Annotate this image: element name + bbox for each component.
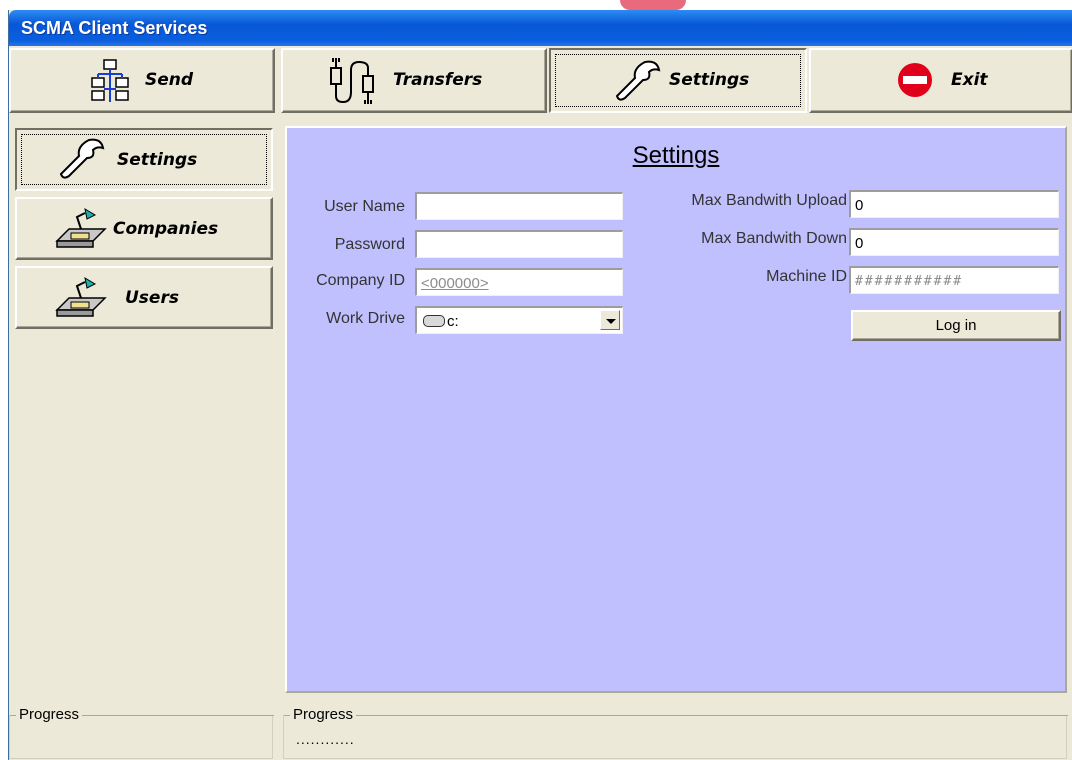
max-upload-field[interactable]: 0 [849, 190, 1059, 218]
transfers-label: Transfers [393, 70, 483, 90]
password-label: Password [334, 236, 405, 253]
send-label: Send [145, 70, 194, 90]
sidebar-item-label: Users [125, 288, 179, 308]
transfers-button[interactable]: Transfers [281, 48, 547, 113]
machine-id-label: Machine ID [766, 268, 847, 285]
work-drive-label: Work Drive [326, 310, 405, 327]
drive-icon [423, 315, 445, 327]
max-down-field[interactable]: 0 [849, 228, 1059, 256]
plug-transfer-icon [330, 58, 374, 104]
user-name-label: User Name [324, 198, 405, 215]
wrench-icon [615, 60, 661, 101]
company-id-value: <000000> [421, 275, 489, 292]
company-id-field[interactable]: <000000> [415, 268, 623, 296]
settings-tab-label: Settings [669, 70, 750, 90]
progress-group-left: Progress [9, 706, 274, 759]
window-title: SCMA Client Services [21, 18, 208, 38]
desk-lamp-icon [55, 207, 107, 248]
panel-title: Settings [632, 142, 720, 169]
progress-group-right: Progress ............ [283, 706, 1068, 759]
desk-lamp-icon [55, 276, 107, 317]
exit-stop-icon [898, 63, 932, 97]
max-upload-label: Max Bandwith Upload [691, 192, 847, 209]
password-field[interactable] [415, 230, 623, 258]
sidebar-item-settings[interactable]: Settings [15, 128, 273, 191]
progress-title-left: Progress [16, 706, 83, 723]
work-drive-value: c: [447, 313, 459, 330]
progress-title-right: Progress [290, 706, 357, 723]
sidebar-item-companies[interactable]: Companies [15, 197, 273, 260]
group-border [284, 715, 1068, 716]
exit-button[interactable]: Exit [809, 48, 1072, 113]
send-button[interactable]: Send [9, 48, 275, 113]
user-name-field[interactable] [415, 192, 623, 220]
company-id-label: Company ID [316, 272, 405, 289]
sidebar-item-label: Companies [113, 219, 219, 239]
exit-label: Exit [951, 70, 988, 90]
log-in-label: Log in [935, 317, 977, 334]
main-window: SCMA Client Services Send Transfers Sett… [8, 10, 1072, 760]
work-drive-select[interactable]: c: [415, 306, 623, 334]
wrench-icon [59, 138, 105, 179]
network-icon [91, 59, 129, 102]
progress-indicator: ............ [296, 731, 355, 747]
sidebar-item-users[interactable]: Users [15, 266, 273, 329]
machine-id-field: ########### [849, 266, 1059, 294]
background-window-tab [620, 0, 686, 10]
title-bar[interactable]: SCMA Client Services [9, 10, 1072, 46]
max-down-label: Max Bandwith Down [701, 230, 847, 247]
chevron-down-icon[interactable] [600, 310, 620, 330]
log-in-button[interactable]: Log in [851, 310, 1061, 341]
sidebar-item-label: Settings [117, 150, 198, 170]
settings-panel: Settings User Name Password Company ID <… [285, 126, 1067, 693]
settings-tab-button[interactable]: Settings [549, 48, 807, 113]
